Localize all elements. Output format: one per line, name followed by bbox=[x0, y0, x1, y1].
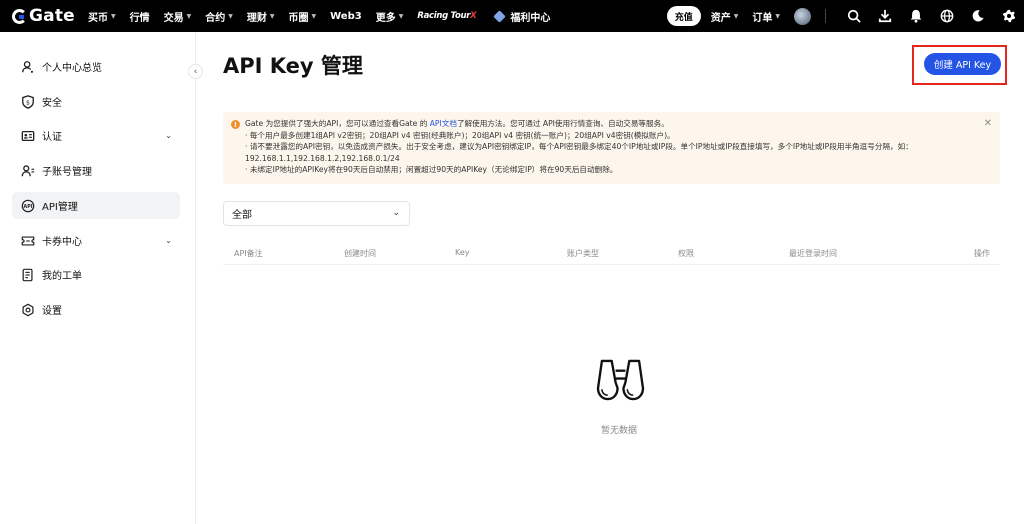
caret-down-icon: ▼ bbox=[269, 12, 275, 20]
caret-down-icon: ▼ bbox=[228, 12, 233, 20]
empty-state-text: 暂无数据 bbox=[601, 426, 638, 436]
notice-line-intro: Gate 为您提供了强大的API，您可以通过查看Gate 的 API文档了解使用… bbox=[245, 119, 669, 128]
column-header-last-login: 最近登录时间 bbox=[789, 249, 837, 258]
sidebar-item-settings[interactable]: 设置 bbox=[12, 296, 180, 323]
user-icon bbox=[21, 60, 35, 74]
api-docs-link[interactable]: API文档 bbox=[430, 119, 457, 128]
filter-value: 全部 bbox=[232, 210, 252, 221]
binoculars-icon bbox=[596, 359, 645, 401]
search-icon[interactable] bbox=[838, 0, 869, 32]
info-icon: ! bbox=[231, 120, 240, 129]
svg-text:$: $ bbox=[26, 99, 30, 106]
shield-icon: $ bbox=[21, 94, 35, 109]
notice-line-ip-example: 192.168.1.1,192.168.1.2,192.168.0.1/24 bbox=[245, 153, 400, 163]
id-card-icon bbox=[21, 129, 35, 143]
sidebar-item-my-tickets[interactable]: 我的工单 bbox=[12, 261, 180, 288]
nav-menu: 买币 ▼ 行情 交易 ▼ 合约 ▼ 理财 ▼ 币圈 ▼ Web3 更多 ▼ Racing T… bbox=[88, 0, 550, 32]
create-api-key-button[interactable]: 创建 API Key bbox=[924, 53, 1001, 75]
sidebar-item-security[interactable]: $ 安全 bbox=[12, 88, 180, 115]
column-header-key: Key bbox=[455, 248, 470, 257]
sidebar-item-coupon-center[interactable]: 卡券中心 ⌄ bbox=[12, 227, 180, 254]
column-header-actions: 操作 bbox=[974, 249, 990, 258]
chevron-down-icon: ⌄ bbox=[165, 236, 172, 245]
api-icon: API bbox=[21, 199, 35, 213]
bell-icon[interactable] bbox=[900, 0, 931, 32]
table-header: API备注 创建时间 Key 账户类型 权限 最近登录时间 操作 bbox=[223, 241, 1000, 265]
coupon-icon bbox=[21, 234, 35, 248]
chevron-down-icon: ⌄ bbox=[165, 131, 172, 140]
notice-line-limits: · 每个用户最多创建1组API v2密钥；20组API v4 密钥(经典账户)；… bbox=[245, 130, 675, 140]
gate-logo-mark-icon bbox=[12, 8, 27, 24]
chevron-down-icon: ⌄ bbox=[392, 208, 400, 218]
logo-text: Gate bbox=[29, 6, 75, 26]
sidebar-item-sub-accounts[interactable]: 子账号管理 bbox=[12, 157, 180, 184]
svg-text:API: API bbox=[23, 203, 32, 209]
nav-item-earn[interactable]: 理财 ▼ bbox=[247, 9, 275, 24]
sidebar-item-verification[interactable]: 认证 ⌄ bbox=[12, 122, 180, 149]
top-nav: Gate 买币 ▼ 行情 交易 ▼ 合约 ▼ 理财 ▼ 币圈 ▼ Web3 更多 ▼ Rac… bbox=[0, 0, 1024, 32]
close-icon[interactable]: ✕ bbox=[984, 118, 992, 129]
sidebar-collapse-button[interactable]: ‹ bbox=[188, 64, 203, 79]
notice-banner: ! Gate 为您提供了强大的API，您可以通过查看Gate 的 API文档了解… bbox=[223, 112, 1000, 184]
moon-icon[interactable] bbox=[962, 0, 993, 32]
nav-item-more[interactable]: 更多 ▼ bbox=[376, 9, 404, 24]
column-header-permissions: 权限 bbox=[678, 249, 694, 258]
gear-icon[interactable] bbox=[993, 0, 1024, 32]
nav-item-trade[interactable]: 交易 ▼ bbox=[164, 9, 192, 24]
column-header-created-time: 创建时间 bbox=[344, 249, 376, 258]
caret-down-icon: ▼ bbox=[311, 12, 317, 20]
welfare-center-link[interactable]: 福利中心 bbox=[493, 9, 550, 24]
caret-down-icon: ▼ bbox=[398, 12, 404, 20]
column-header-api-note: API备注 bbox=[234, 249, 263, 258]
nav-right: 充值 资产 ▼ 订单 ▼ bbox=[666, 0, 1024, 32]
settings-icon bbox=[21, 303, 35, 317]
racing-tour-banner[interactable]: Racing TourX bbox=[417, 11, 476, 21]
assets-menu[interactable]: 资产 ▼ bbox=[711, 9, 739, 24]
column-header-account-type: 账户类型 bbox=[567, 249, 599, 258]
notice-line-security: · 请不要泄露您的API密钥，以免造成资产损失。出于安全考虑，建议为API密钥绑… bbox=[245, 142, 913, 152]
nav-item-crypto-circle[interactable]: 币圈 ▼ bbox=[289, 9, 317, 24]
caret-down-icon: ▼ bbox=[733, 12, 739, 20]
nav-item-web3[interactable]: Web3 bbox=[330, 11, 362, 22]
gift-box-icon bbox=[493, 9, 507, 23]
caret-down-icon: ▼ bbox=[186, 12, 192, 20]
notice-line-expiry: · 未绑定IP地址的APIKey将在90天后自动禁用；闲置超过90天的APIKe… bbox=[245, 165, 618, 175]
chevron-left-icon: ‹ bbox=[193, 66, 198, 77]
sub-account-icon bbox=[21, 164, 35, 178]
caret-down-icon: ▼ bbox=[775, 12, 780, 20]
caret-down-icon: ▼ bbox=[111, 12, 116, 20]
ticket-icon bbox=[21, 268, 35, 282]
download-icon[interactable] bbox=[869, 0, 900, 32]
orders-menu[interactable]: 订单 ▼ bbox=[752, 9, 780, 24]
nav-divider bbox=[825, 9, 826, 23]
nav-item-markets[interactable]: 行情 bbox=[130, 9, 150, 24]
globe-icon[interactable] bbox=[931, 0, 962, 32]
nav-item-buy-crypto[interactable]: 买币 ▼ bbox=[88, 9, 116, 24]
deposit-button[interactable]: 充值 bbox=[666, 6, 701, 26]
page-title: API Key 管理 bbox=[223, 54, 363, 78]
sidebar-item-api-management[interactable]: API API管理 bbox=[12, 192, 180, 219]
nav-item-futures[interactable]: 合约 ▼ bbox=[205, 9, 233, 24]
sidebar: 个人中心总览 $ 安全 认证 ⌄ 子账号管理 API API管理 卡券中心 ⌄ … bbox=[0, 32, 196, 524]
avatar[interactable] bbox=[794, 7, 811, 25]
account-type-filter[interactable]: 全部 ⌄ bbox=[223, 201, 410, 226]
gate-logo[interactable]: Gate bbox=[12, 0, 88, 32]
sidebar-item-overview[interactable]: 个人中心总览 bbox=[12, 53, 180, 80]
